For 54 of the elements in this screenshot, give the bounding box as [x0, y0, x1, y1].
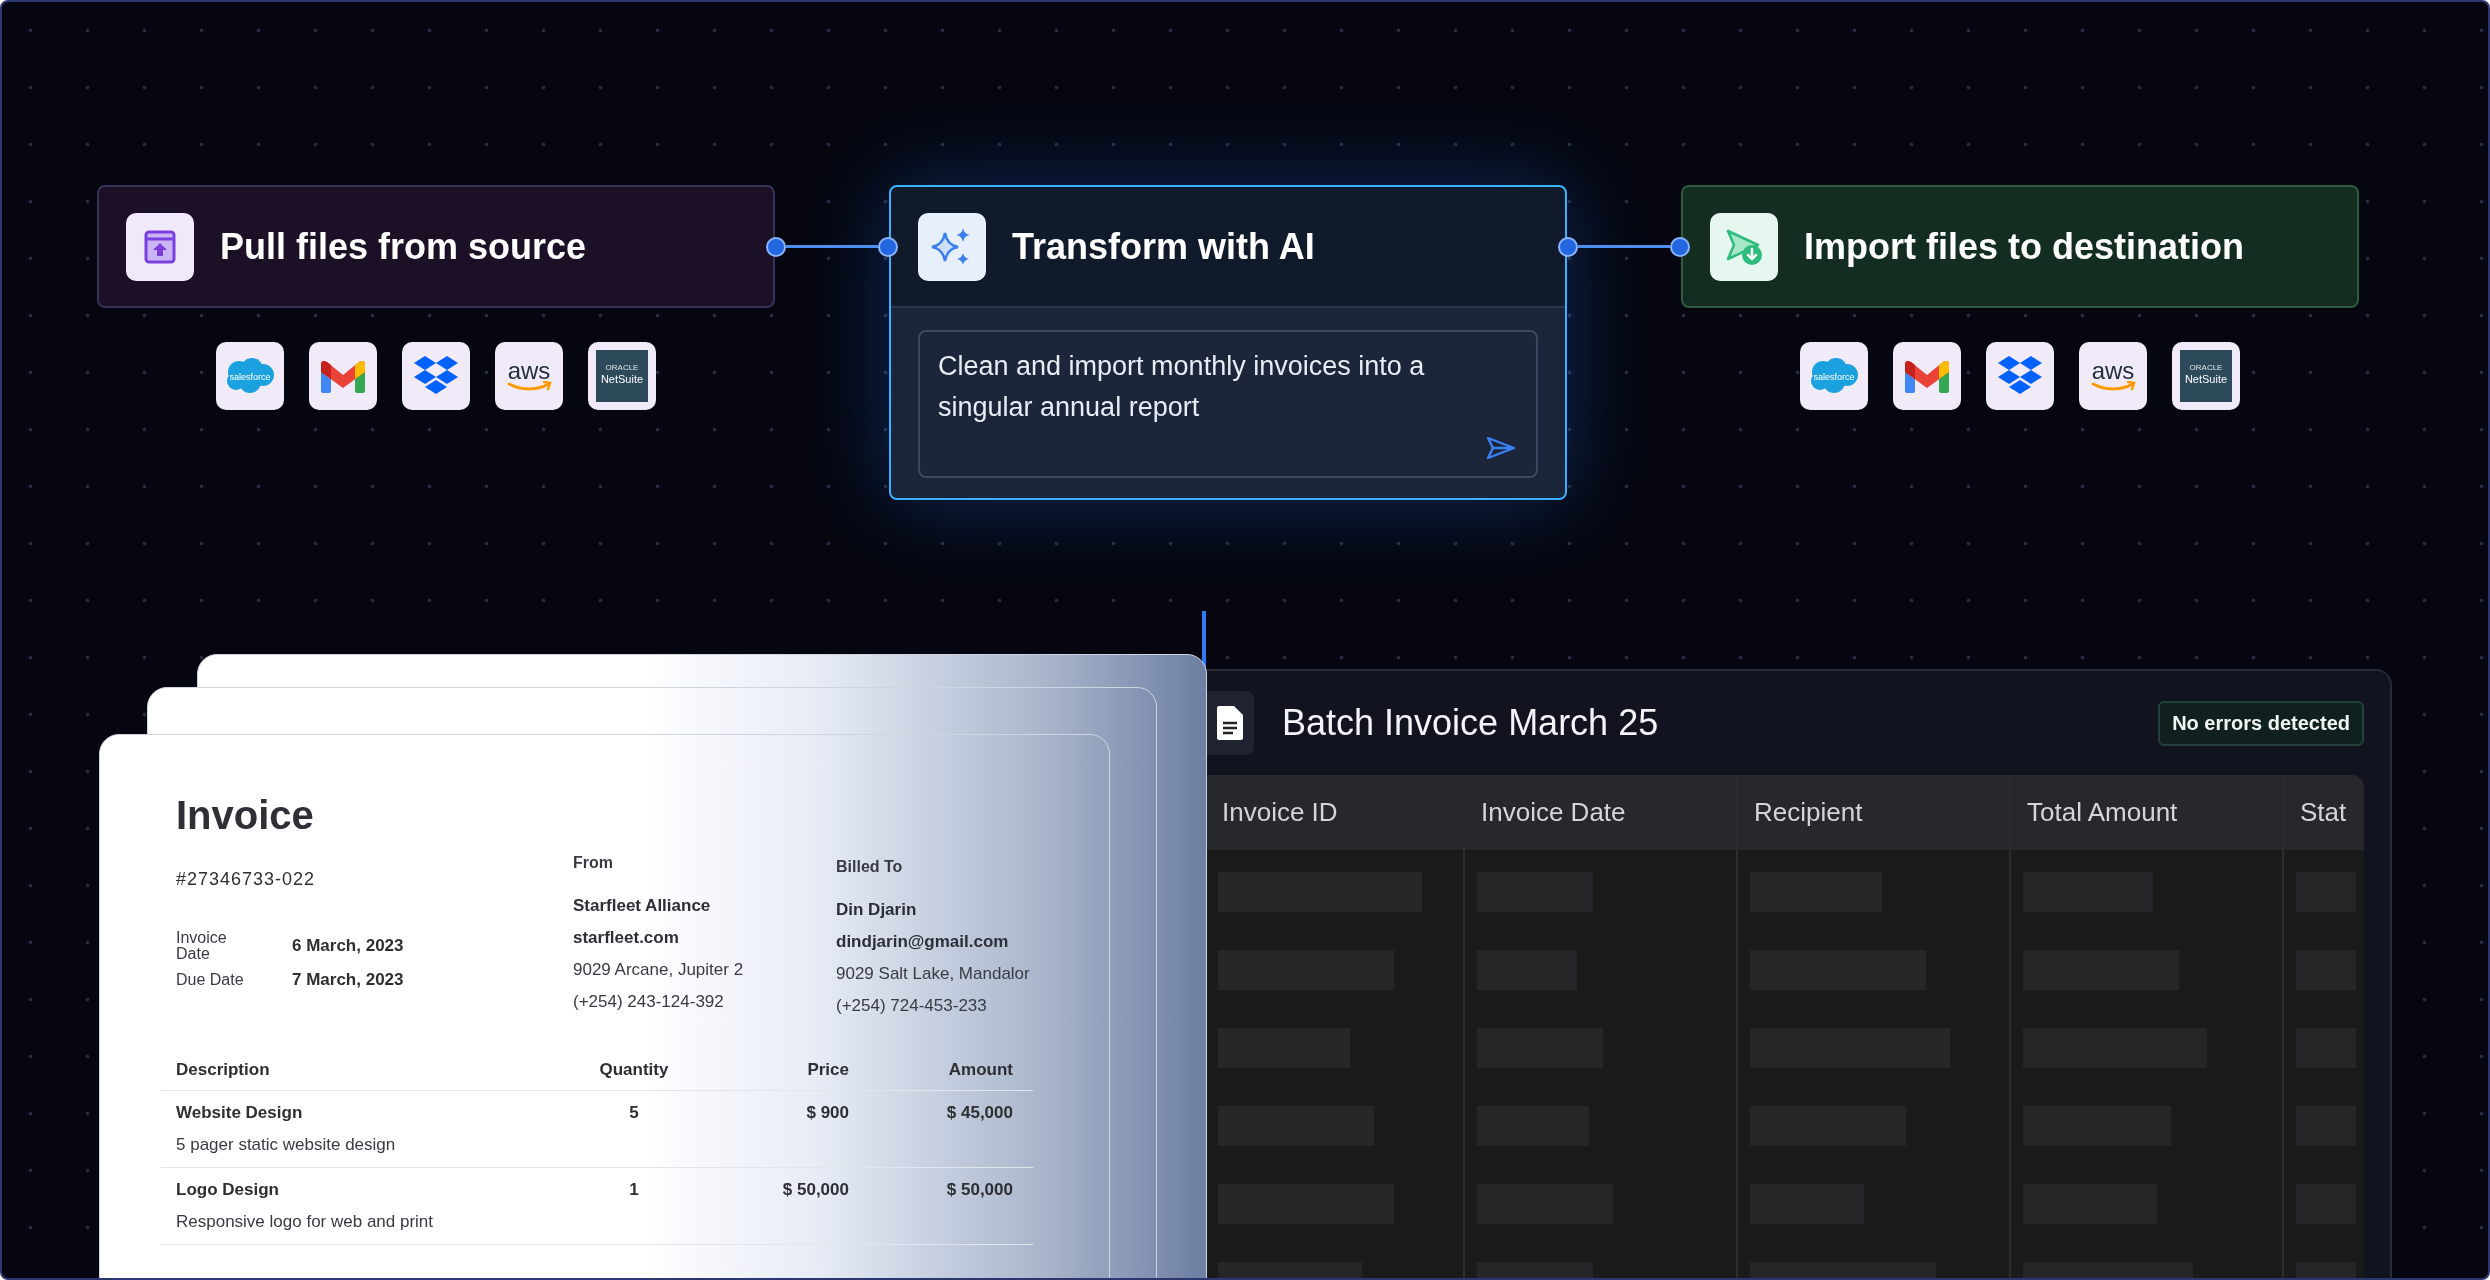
invoice-title: Invoice: [176, 793, 315, 838]
column-header: Quantity: [598, 1060, 670, 1080]
column-header: Invoice ID: [1206, 775, 1463, 850]
integration-logo[interactable]: aws: [495, 342, 563, 410]
party-detail: dindjarin@gmail.com: [836, 931, 1010, 953]
party-heading: Billed To: [836, 858, 904, 876]
column-header: Recipient: [1738, 775, 2009, 850]
column-header: Invoice Date: [1465, 775, 1736, 850]
status-badge: No errors detected: [2158, 700, 2364, 746]
table-cell-text: 1: [628, 1180, 640, 1200]
node-title: Transform with AI: [1012, 225, 1315, 268]
column-header: Amount: [947, 1060, 1013, 1080]
send-icon[interactable]: [1486, 436, 1516, 460]
party-detail: Din Djarin: [836, 899, 918, 921]
panel-title: Batch Invoice March 25: [1282, 702, 1660, 744]
node-title: Import files to destination: [1804, 225, 2244, 268]
column-header: Price: [806, 1060, 849, 1080]
date-label: Invoice Date: [176, 930, 228, 962]
party-detail: 9029 Salt Lake, Mandalor: [836, 963, 1030, 985]
invoice-number: #27346733-022: [176, 869, 317, 890]
table-cell-text: $ 50,000: [945, 1180, 1013, 1200]
integration-logo[interactable]: [402, 342, 470, 410]
workflow-node[interactable]: Import files to destination: [1681, 185, 2359, 308]
table-cell-text: $ 45,000: [945, 1103, 1013, 1123]
table-cell-text: $ 50,000: [781, 1180, 849, 1200]
party-detail: 9029 Arcane, Jupiter 2: [573, 959, 745, 981]
integration-logo[interactable]: [309, 342, 377, 410]
column-header: Description: [176, 1060, 271, 1080]
item-name: Logo Design: [176, 1180, 280, 1200]
party-detail: (+254) 724-453-233: [836, 995, 988, 1017]
item-description: 5 pager static website design: [176, 1135, 397, 1155]
table-cell-text: $ 900: [805, 1103, 849, 1123]
item-name: Website Design: [176, 1103, 304, 1123]
column-header: Total Amount: [2011, 775, 2282, 850]
date-label: Due Date: [176, 972, 245, 988]
node-title: Pull files from source: [220, 225, 587, 268]
integration-logo[interactable]: aws: [2079, 342, 2147, 410]
column-header: Stat: [2284, 775, 2364, 850]
integration-logo[interactable]: [1986, 342, 2054, 410]
party-heading: From: [573, 854, 614, 872]
party-detail: (+254) 243-124-392: [573, 991, 725, 1013]
integration-logo[interactable]: [1893, 342, 1961, 410]
item-description: Responsive logo for web and print: [176, 1212, 435, 1232]
party-detail: Starfleet Alliance: [573, 895, 712, 917]
archive-upload-icon: [142, 228, 178, 265]
date-value: 6 March, 2023: [292, 936, 404, 956]
workflow-node[interactable]: Pull files from source: [97, 185, 775, 308]
workflow-node[interactable]: Transform with AI Clean and import monthly invoices into a singular annual report: [889, 185, 1567, 500]
party-detail: starfleet.com: [573, 927, 680, 949]
prompt-field[interactable]: Clean and import monthly invoices into a singular annual report: [918, 330, 1538, 478]
integration-logo[interactable]: ORACLE NetSuite: [588, 342, 656, 410]
date-value: 7 March, 2023: [292, 970, 404, 990]
table-cell-text: 5: [628, 1103, 640, 1123]
integration-logo[interactable]: ORACLE NetSuite: [2172, 342, 2240, 410]
